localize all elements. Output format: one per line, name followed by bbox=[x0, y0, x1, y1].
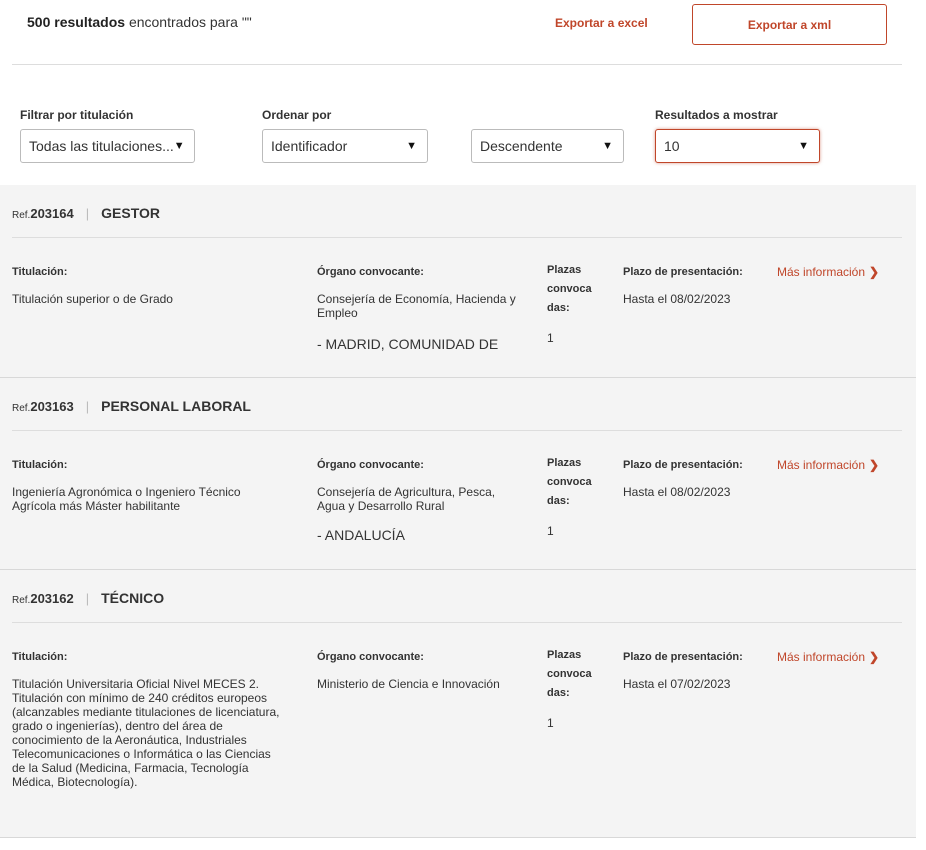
result-count-number: 500 resultados bbox=[27, 14, 126, 30]
ref-prefix: Ref. bbox=[12, 595, 31, 606]
organo-label: Órgano convocante: bbox=[317, 651, 424, 663]
result-ref-line: Ref.203163 | PERSONAL LABORAL bbox=[12, 398, 251, 416]
plazo-value: Hasta el 08/02/2023 bbox=[623, 292, 731, 306]
titulacion-label: Titulación: bbox=[12, 459, 68, 471]
plazo-label: Plazo de presentación: bbox=[623, 266, 743, 278]
titulacion-value: Titulación superior o de Grado bbox=[12, 292, 173, 306]
ref-prefix: Ref. bbox=[12, 210, 31, 221]
result-card: Ref.203162 | TÉCNICO Titulación: Titulació… bbox=[0, 570, 916, 838]
plazas-value: 1 bbox=[547, 524, 554, 538]
organo-value: Consejería de Economía, Hacienda y Emple… bbox=[317, 292, 516, 320]
ordenar-select[interactable]: Identificador ▼ bbox=[262, 129, 428, 163]
result-card: Ref.203164 | GESTOR Titulación: Titulación… bbox=[0, 185, 916, 378]
chevron-down-icon: ▼ bbox=[406, 140, 417, 152]
titulacion-value: Ingeniería Agronómica o Ingeniero Técnic… bbox=[12, 485, 241, 513]
plazas-label: Plazas convoca das: bbox=[547, 649, 592, 699]
mas-informacion-link[interactable]: Más información ❯ bbox=[777, 265, 879, 279]
plazo-value: Hasta el 08/02/2023 bbox=[623, 485, 731, 499]
plazo-label: Plazo de presentación: bbox=[623, 651, 743, 663]
chevron-right-icon: ❯ bbox=[869, 650, 880, 664]
titulacion-label: Titulación: bbox=[12, 266, 68, 278]
chevron-down-icon: ▼ bbox=[602, 140, 613, 152]
result-count: 500 resultados encontrados para "" bbox=[27, 14, 252, 30]
card-divider bbox=[12, 622, 902, 623]
filter-titulacion-select[interactable]: Todas las titulaciones... ▼ bbox=[20, 129, 195, 163]
organo-label: Órgano convocante: bbox=[317, 459, 424, 471]
chevron-right-icon: ❯ bbox=[869, 458, 880, 472]
mas-informacion-link[interactable]: Más información ❯ bbox=[777, 458, 879, 472]
resultados-select[interactable]: 10 ▼ bbox=[655, 129, 820, 163]
mas-informacion-label: Más información bbox=[777, 265, 866, 279]
plazas-label: Plazas convoca das: bbox=[547, 264, 592, 314]
filter-titulacion-label: Filtrar por titulación bbox=[20, 108, 134, 122]
mas-informacion-link[interactable]: Más información ❯ bbox=[777, 650, 879, 664]
export-excel-link[interactable]: Exportar a excel bbox=[555, 16, 648, 30]
direccion-select[interactable]: Descendente ▼ bbox=[471, 129, 624, 163]
chevron-down-icon: ▼ bbox=[173, 140, 185, 152]
resultados-value: 10 bbox=[664, 138, 680, 154]
card-divider bbox=[12, 237, 902, 238]
card-divider bbox=[12, 430, 902, 431]
ref-separator: | bbox=[85, 591, 90, 606]
direccion-value: Descendente bbox=[480, 138, 563, 154]
region-value: - ANDALUCÍA bbox=[317, 527, 405, 543]
ref-separator: | bbox=[85, 399, 90, 414]
region-value: - MADRID, COMUNIDAD DE bbox=[317, 336, 499, 352]
chevron-down-icon: ▼ bbox=[798, 140, 809, 152]
ref-prefix: Ref. bbox=[12, 403, 31, 414]
organo-value: Consejería de Agricultura, Pesca, Agua y… bbox=[317, 485, 496, 513]
ordenar-value: Identificador bbox=[271, 138, 348, 154]
plazas-label: Plazas convoca das: bbox=[547, 457, 592, 507]
chevron-right-icon: ❯ bbox=[869, 265, 880, 279]
result-ref-line: Ref.203164 | GESTOR bbox=[12, 205, 160, 223]
header-divider bbox=[12, 64, 902, 65]
organo-value: Ministerio de Ciencia e Innovación bbox=[317, 677, 500, 691]
export-xml-button[interactable]: Exportar a xml bbox=[692, 4, 887, 45]
ref-number: 203163 bbox=[30, 399, 74, 414]
search-query: "" bbox=[241, 14, 252, 30]
result-ref-line: Ref.203162 | TÉCNICO bbox=[12, 590, 164, 608]
titulacion-value: Titulación Universitaria Oficial Nivel M… bbox=[12, 677, 280, 789]
ref-number: 203162 bbox=[30, 591, 74, 606]
plazo-label: Plazo de presentación: bbox=[623, 459, 743, 471]
results-header: 500 resultados encontrados para "" Expor… bbox=[0, 0, 926, 64]
found-text: encontrados para bbox=[125, 14, 242, 30]
plazas-value: 1 bbox=[547, 331, 554, 345]
mas-informacion-label: Más información bbox=[777, 458, 866, 472]
plazas-value: 1 bbox=[547, 716, 554, 730]
mas-informacion-label: Más información bbox=[777, 650, 866, 664]
titulacion-label: Titulación: bbox=[12, 651, 68, 663]
filter-titulacion-value: Todas las titulaciones... bbox=[29, 138, 174, 154]
ref-number: 203164 bbox=[30, 206, 74, 221]
result-card: Ref.203163 | PERSONAL LABORAL Titulación: … bbox=[0, 378, 916, 570]
result-title: PERSONAL LABORAL bbox=[101, 398, 251, 414]
result-title: GESTOR bbox=[101, 205, 160, 221]
ordenar-label: Ordenar por bbox=[262, 108, 332, 122]
result-title: TÉCNICO bbox=[101, 590, 165, 606]
organo-label: Órgano convocante: bbox=[317, 266, 424, 278]
plazo-value: Hasta el 07/02/2023 bbox=[623, 677, 731, 691]
resultados-label: Resultados a mostrar bbox=[655, 108, 778, 122]
ref-separator: | bbox=[85, 206, 90, 221]
